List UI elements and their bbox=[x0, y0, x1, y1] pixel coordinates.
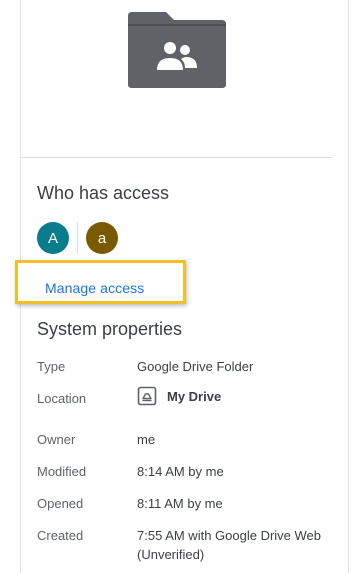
property-value: 8:14 AM by me bbox=[137, 464, 224, 479]
location-chip[interactable]: My Drive bbox=[137, 386, 337, 406]
avatar[interactable]: a bbox=[86, 222, 118, 254]
manage-access-link[interactable]: Manage access bbox=[45, 280, 144, 296]
location-value[interactable]: My Drive bbox=[167, 387, 221, 406]
drive-icon bbox=[137, 386, 157, 406]
panel-right-border bbox=[348, 0, 349, 573]
who-has-access-heading: Who has access bbox=[37, 183, 170, 203]
property-label: Opened bbox=[37, 496, 84, 511]
property-label: Modified bbox=[37, 464, 87, 479]
property-value: Google Drive Folder bbox=[137, 359, 254, 374]
manage-access-highlight: Manage access bbox=[15, 260, 186, 304]
section-divider bbox=[21, 157, 332, 158]
avatar[interactable]: A bbox=[37, 222, 69, 254]
system-properties-heading: System properties bbox=[37, 319, 183, 339]
shared-folder-icon bbox=[128, 12, 226, 88]
property-label: Location bbox=[37, 391, 87, 406]
property-value: 7:55 AM with Google Drive Web (Unverifie… bbox=[137, 528, 322, 562]
property-label: Type bbox=[37, 359, 66, 374]
details-panel: Who has access A a Manage access System … bbox=[0, 0, 359, 573]
property-value: me bbox=[137, 432, 156, 447]
property-label: Owner bbox=[37, 432, 76, 447]
property-label: Created bbox=[37, 528, 84, 543]
access-avatars: A a bbox=[37, 222, 118, 254]
avatar-divider bbox=[77, 222, 78, 254]
property-value: 8:11 AM by me bbox=[137, 496, 223, 511]
